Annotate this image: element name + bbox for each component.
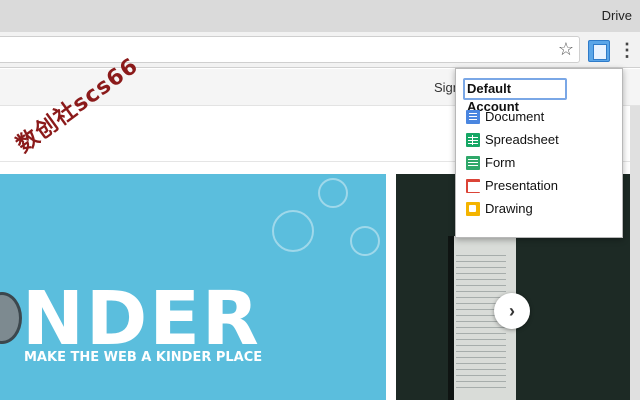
menu-item-label: Form	[485, 155, 516, 170]
carousel-next-button[interactable]: ›	[494, 293, 530, 329]
decorative-circle	[318, 178, 348, 208]
window-title: Drive	[601, 8, 632, 23]
menu-item-label: Document	[485, 109, 545, 124]
decorative-planet	[272, 210, 314, 252]
browser-titlebar: Drive	[0, 0, 640, 32]
decorative-heart	[350, 226, 380, 256]
drive-extension-popup: Default Account Document Spreadsheet For…	[455, 68, 623, 238]
spreadsheet-icon	[466, 133, 480, 147]
menu-item-spreadsheet[interactable]: Spreadsheet	[464, 131, 614, 151]
bookmark-star-icon[interactable]: ☆	[556, 39, 576, 59]
menu-item-drawing[interactable]: Drawing	[464, 200, 614, 220]
menu-item-label: Drawing	[485, 201, 533, 216]
browser-menu-icon[interactable]: ⋮	[618, 40, 636, 60]
menu-item-form[interactable]: Form	[464, 154, 614, 174]
address-bar[interactable]	[0, 36, 580, 63]
drive-extension-icon[interactable]	[588, 40, 610, 62]
gear-icon	[0, 292, 22, 344]
menu-item-label: Spreadsheet	[485, 132, 559, 147]
account-selector[interactable]: Default Account	[463, 78, 567, 114]
kinder-banner[interactable]: NDER MAKE THE WEB A KINDER PLACE	[0, 174, 386, 400]
menu-item-label: Presentation	[485, 178, 558, 193]
form-icon	[466, 156, 480, 170]
menu-item-presentation[interactable]: Presentation	[464, 177, 614, 197]
page-scroll-edge	[630, 106, 640, 400]
browser-toolbar	[0, 32, 640, 68]
banner-tagline: MAKE THE WEB A KINDER PLACE	[24, 350, 263, 365]
drawing-icon	[466, 202, 480, 216]
menu-item-document[interactable]: Document	[464, 108, 614, 128]
presentation-icon	[466, 179, 480, 193]
document-icon	[466, 110, 480, 124]
